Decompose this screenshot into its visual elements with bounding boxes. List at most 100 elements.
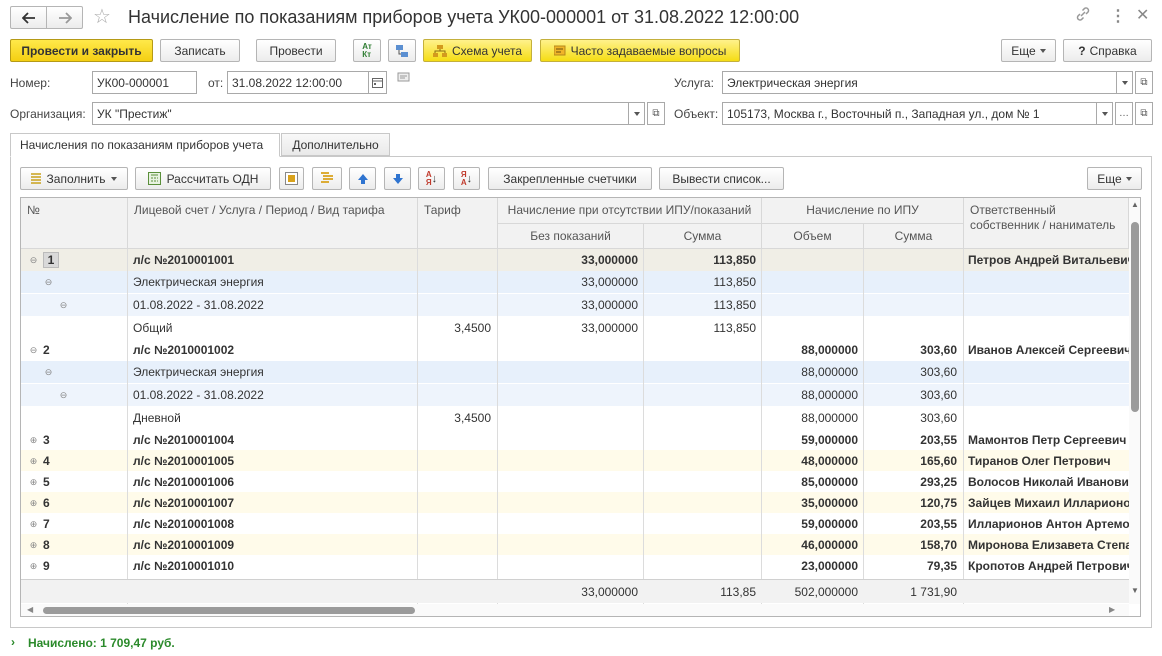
row-sum2: 303,60 (920, 343, 957, 357)
row-number: 4 (43, 454, 50, 468)
back-button[interactable] (10, 6, 47, 29)
tab-accruals[interactable]: Начисления по показаниям приборов учета (10, 133, 280, 157)
move-up-button[interactable] (349, 167, 376, 190)
row-tariff (418, 271, 491, 293)
collapse-icon[interactable]: ⊖ (44, 368, 53, 377)
collapse-icon[interactable]: ⊖ (29, 346, 38, 355)
col-owner[interactable]: Ответственный собственник / наниматель (964, 198, 1129, 249)
org-dropdown-button[interactable] (628, 102, 645, 125)
row-no-readings (498, 429, 638, 451)
collapse-icon[interactable]: ⊖ (59, 301, 68, 310)
horizontal-scrollbar-thumb[interactable] (43, 607, 415, 614)
col-num-label: № (27, 203, 40, 217)
pinned-meters-button[interactable]: Закрепленные счетчики (488, 167, 652, 190)
group-button[interactable] (312, 167, 342, 190)
status-expand-icon[interactable]: › (11, 635, 15, 649)
post-and-close-button[interactable]: Провести и закрыть (10, 39, 153, 62)
grid-more-button[interactable]: Еще (1087, 167, 1142, 190)
row-owner (968, 361, 1129, 383)
col-volume[interactable]: Объем (762, 224, 864, 249)
fill-button[interactable]: Заполнить (20, 167, 128, 190)
select-button[interactable] (279, 167, 304, 190)
expand-icon[interactable]: ⊕ (29, 457, 38, 466)
col-sum1[interactable]: Сумма (644, 224, 762, 249)
col-account[interactable]: Лицевой счет / Услуга / Период / Вид тар… (128, 198, 418, 249)
save-button[interactable]: Записать (160, 39, 240, 62)
row-account: 01.08.2022 - 31.08.2022 (133, 388, 264, 402)
org-open-button[interactable]: ⧉ (647, 102, 665, 125)
row-no-readings (498, 339, 638, 361)
horizontal-scrollbar[interactable]: ◀ ▶ (21, 604, 1129, 616)
service-dropdown-button[interactable] (1116, 71, 1133, 94)
calc-odn-button[interactable]: Рассчитать ОДН (135, 167, 271, 190)
row-sum2: 158,70 (920, 538, 957, 552)
col-sum2[interactable]: Сумма (864, 224, 964, 249)
vertical-scrollbar-thumb[interactable] (1131, 222, 1139, 412)
expand-icon[interactable]: ⊕ (29, 436, 38, 445)
chevron-down-icon (1101, 111, 1108, 116)
calendar-button[interactable] (368, 71, 387, 94)
scroll-right-arrow[interactable]: ▶ (1109, 605, 1115, 614)
forward-button[interactable] (46, 6, 83, 29)
scroll-left-arrow[interactable]: ◀ (27, 605, 33, 614)
help-button[interactable]: ? Справка (1063, 39, 1152, 62)
service-field[interactable]: Электрическая энергия (722, 71, 1118, 94)
col-tariff[interactable]: Тариф (418, 198, 498, 249)
row-volume: 85,000000 (801, 475, 858, 489)
row-sum1 (644, 534, 756, 556)
vertical-scrollbar[interactable]: ▲ ▼ (1129, 198, 1140, 604)
number-field[interactable]: УК00-000001 (92, 71, 197, 94)
row-number: 2 (43, 343, 50, 357)
row-no-readings: 33,000000 (581, 298, 638, 312)
object-field[interactable]: 105173, Москва г., Восточный п., Западна… (722, 102, 1098, 125)
org-field[interactable]: УК "Престиж" (92, 102, 630, 125)
service-open-button[interactable]: ⧉ (1135, 71, 1153, 94)
object-dropdown-button[interactable] (1096, 102, 1113, 125)
expand-icon[interactable]: ⊕ (29, 520, 38, 529)
faq-button[interactable]: Часто задаваемые вопросы (540, 39, 740, 62)
row-no-readings: 33,000000 (581, 321, 638, 335)
col-num[interactable]: № (21, 198, 128, 249)
expand-icon[interactable]: ⊕ (29, 499, 38, 508)
sort-desc-button[interactable]: Я А ↓ (453, 167, 480, 190)
object-select-button[interactable]: … (1115, 102, 1133, 125)
post-button[interactable]: Провести (256, 39, 336, 62)
row-sum1 (644, 513, 756, 535)
expand-icon[interactable]: ⊕ (29, 478, 38, 487)
calculator-icon (147, 172, 161, 185)
more-button[interactable]: Еще (1001, 39, 1056, 62)
object-open-button[interactable]: ⧉ (1135, 102, 1153, 125)
scroll-down-arrow[interactable]: ▼ (1131, 586, 1139, 595)
collapse-icon[interactable]: ⊖ (59, 391, 68, 400)
row-owner: Иванов Алексей Сергеевич (968, 343, 1129, 357)
row-owner: Миронова Елизавета Степановна (968, 538, 1129, 552)
row-sum1 (644, 339, 756, 361)
scroll-up-arrow[interactable]: ▲ (1131, 200, 1139, 209)
dt-kt-button[interactable]: Ат Кт (353, 39, 381, 62)
menu-dots-icon[interactable]: ⋮ (1110, 6, 1126, 26)
scheme-button[interactable]: Схема учета (423, 39, 532, 62)
col-no-readings[interactable]: Без показаний (498, 224, 644, 249)
output-list-button[interactable]: Вывести список... (659, 167, 784, 190)
row-volume: 23,000000 (801, 559, 858, 573)
row-owner (968, 384, 1129, 406)
favorite-star-icon[interactable]: ☆ (93, 6, 111, 28)
chevron-down-icon (1121, 80, 1128, 85)
row-owner: Тиранов Олег Петрович (968, 454, 1111, 468)
close-icon[interactable]: ✕ (1136, 5, 1149, 25)
sort-asc-button[interactable]: А Я ↓ (418, 167, 445, 190)
date-field[interactable]: 31.08.2022 12:00:00 (227, 71, 369, 94)
link-icon[interactable] (1075, 6, 1091, 27)
move-down-button[interactable] (384, 167, 411, 190)
object-label: Объект: (674, 107, 719, 121)
expand-icon[interactable]: ⊕ (29, 562, 38, 571)
col-ipu-group: Начисление по ИПУ (762, 198, 964, 224)
tab-additional[interactable]: Дополнительно (281, 133, 390, 156)
expand-icon[interactable]: ⊕ (29, 541, 38, 550)
structure-button[interactable] (388, 39, 416, 62)
collapse-icon[interactable]: ⊖ (29, 256, 38, 265)
comment-icon[interactable] (397, 72, 411, 87)
row-volume: 59,000000 (801, 433, 858, 447)
total-sum2: 1 731,90 (910, 585, 957, 599)
collapse-icon[interactable]: ⊖ (44, 278, 53, 287)
